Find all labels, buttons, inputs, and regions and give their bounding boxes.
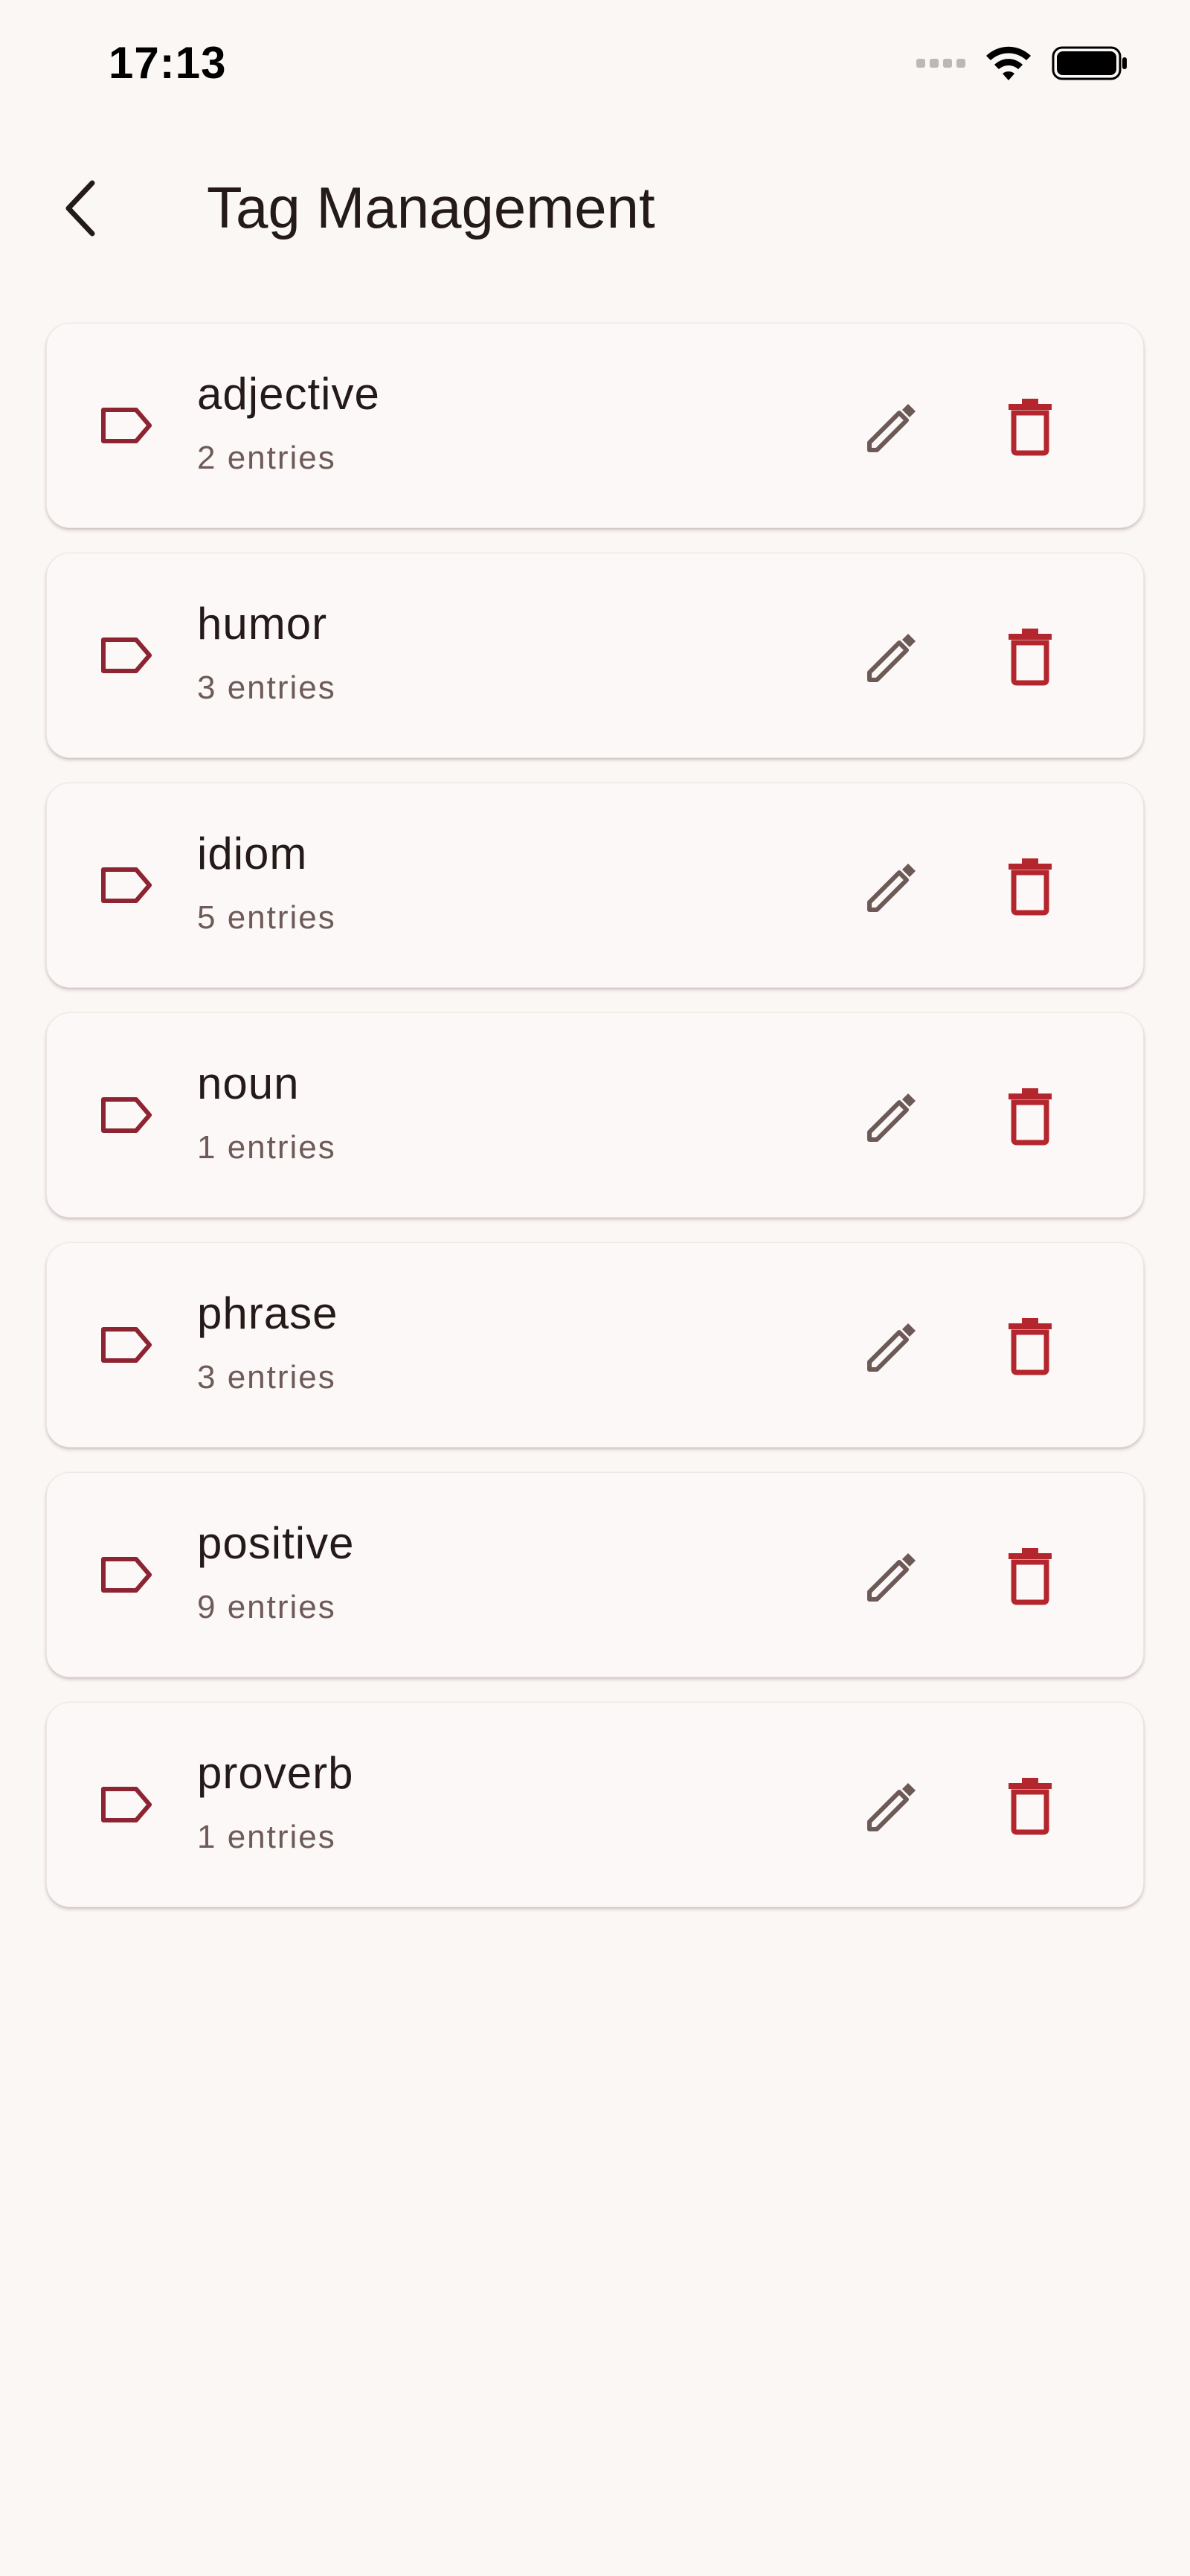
tag-entry-count: 1 entries	[197, 1819, 336, 1855]
tag-list-item[interactable]: phrase 3 entries	[46, 1242, 1144, 1448]
tag-entry-count: 9 entries	[197, 1589, 336, 1625]
delete-tag-button[interactable]	[985, 1531, 1075, 1620]
status-icons	[916, 45, 1129, 82]
edit-tag-button[interactable]	[847, 611, 936, 701]
pencil-icon	[867, 1093, 916, 1142]
page-title: Tag Management	[207, 175, 655, 240]
label-outline-icon	[101, 1327, 152, 1363]
delete-tag-button[interactable]	[985, 1071, 1075, 1160]
delete-tag-button[interactable]	[985, 1301, 1075, 1390]
pencil-icon	[867, 404, 916, 452]
edit-tag-button[interactable]	[847, 1301, 936, 1390]
trash-icon	[1009, 1318, 1052, 1375]
tag-list-item[interactable]: proverb 1 entries	[46, 1702, 1144, 1907]
tag-name: proverb	[197, 1748, 354, 1798]
tag-entry-count: 3 entries	[197, 669, 336, 706]
trash-icon	[1009, 858, 1052, 916]
tag-name: noun	[197, 1059, 300, 1108]
trash-icon	[1009, 1548, 1052, 1605]
edit-tag-button[interactable]	[847, 841, 936, 931]
tag-entry-count: 5 entries	[197, 899, 336, 936]
tag-list-item[interactable]: positive 9 entries	[46, 1472, 1144, 1677]
trash-icon	[1009, 1778, 1052, 1835]
tag-entry-count: 3 entries	[197, 1359, 336, 1395]
wifi-icon	[986, 46, 1031, 80]
cellular-signal-icon	[916, 59, 965, 68]
pencil-icon	[867, 1553, 916, 1602]
label-outline-icon	[101, 408, 152, 443]
back-button[interactable]	[45, 171, 119, 245]
label-outline-icon	[101, 867, 152, 903]
tag-list-item[interactable]: idiom 5 entries	[46, 783, 1144, 988]
status-bar: 17:13	[0, 0, 1190, 131]
pencil-icon	[867, 634, 916, 682]
trash-icon	[1009, 629, 1052, 686]
tag-name: humor	[197, 599, 328, 649]
tag-name: phrase	[197, 1288, 338, 1338]
status-time: 17:13	[109, 38, 227, 88]
tag-name: idiom	[197, 829, 308, 879]
tag-list-item[interactable]: adjective 2 entries	[46, 323, 1144, 528]
delete-tag-button[interactable]	[985, 1761, 1075, 1850]
tag-name: positive	[197, 1518, 355, 1568]
label-outline-icon	[101, 637, 152, 673]
tag-list: adjective 2 entries humor 3 entries idio…	[46, 323, 1144, 1932]
edit-tag-button[interactable]	[847, 382, 936, 471]
app-bar: Tag Management	[0, 149, 1190, 268]
tag-list-item[interactable]: noun 1 entries	[46, 1012, 1144, 1218]
tag-management-screen: 17:13 Tag Management adjective 2 entries…	[0, 0, 1190, 2576]
delete-tag-button[interactable]	[985, 382, 1075, 471]
label-outline-icon	[101, 1097, 152, 1133]
battery-icon	[1052, 46, 1127, 80]
delete-tag-button[interactable]	[985, 611, 1075, 701]
edit-tag-button[interactable]	[847, 1531, 936, 1620]
tag-entry-count: 2 entries	[197, 440, 336, 476]
tag-name: adjective	[197, 369, 380, 419]
tag-list-item[interactable]: humor 3 entries	[46, 553, 1144, 758]
pencil-icon	[867, 1323, 916, 1372]
delete-tag-button[interactable]	[985, 841, 1075, 931]
pencil-icon	[867, 864, 916, 912]
tag-entry-count: 1 entries	[197, 1129, 336, 1166]
trash-icon	[1009, 1088, 1052, 1146]
edit-tag-button[interactable]	[847, 1761, 936, 1850]
label-outline-icon	[101, 1787, 152, 1822]
edit-tag-button[interactable]	[847, 1071, 936, 1160]
trash-icon	[1009, 399, 1052, 456]
chevron-left-icon	[65, 180, 95, 237]
label-outline-icon	[101, 1557, 152, 1593]
pencil-icon	[867, 1783, 916, 1831]
